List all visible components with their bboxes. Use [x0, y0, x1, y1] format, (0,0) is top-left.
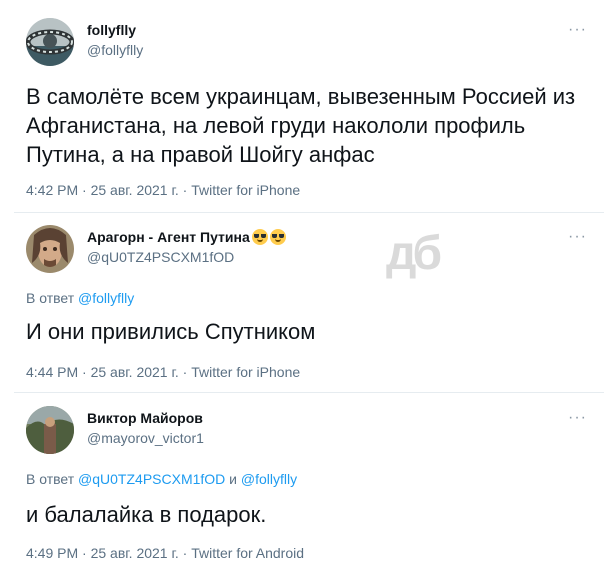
tweet-timestamp[interactable]: 4:42 PM · 25 авг. 2021 г. · Twitter for … [26, 182, 300, 198]
tweet-1[interactable]: follyflly @follyflly ··· В самолёте всем… [0, 0, 604, 213]
reply-mention-link-2[interactable]: @follyflly [241, 471, 297, 487]
tweet-text: и балалайка в подарок. [26, 502, 267, 527]
reply-context: В ответ @follyflly [26, 290, 134, 306]
reply-join: и [225, 471, 241, 487]
user-name[interactable]: Виктор Майоров [87, 410, 203, 426]
avatar-image [26, 225, 74, 273]
reply-prefix: В ответ [26, 290, 79, 306]
tweet-text: И они привились Спутником [26, 319, 316, 344]
avatar-image [26, 406, 74, 454]
tweet-text-line-1: В самолёте всем украинцам, вывезенным Ро… [26, 84, 576, 109]
watermark-logo: дб [386, 227, 442, 280]
avatar[interactable] [26, 225, 74, 273]
more-options-icon[interactable]: ··· [568, 410, 587, 426]
tweet-timestamp[interactable]: 4:49 PM · 25 авг. 2021 г. · Twitter for … [26, 545, 304, 561]
avatar-image [26, 18, 74, 66]
tweet-3[interactable]: Виктор Майоров @mayorov_victor1 ··· В от… [0, 393, 604, 574]
user-name-row[interactable]: Арагорн - Агент Путина [87, 229, 286, 245]
reply-context: В ответ @qU0TZ4PSCXM1fOD и @follyflly [26, 471, 297, 487]
tweet-text-line-3: Путина, а на правой Шойгу анфас [26, 142, 375, 167]
more-options-icon[interactable]: ··· [568, 229, 587, 245]
smiling-face-with-sunglasses-icon [269, 229, 286, 245]
reply-prefix: В ответ [26, 471, 79, 487]
user-name[interactable]: follyflly [87, 22, 136, 38]
avatar[interactable] [26, 406, 74, 454]
user-handle[interactable]: @mayorov_victor1 [87, 430, 204, 446]
reply-mention-link[interactable]: @follyflly [78, 290, 134, 306]
user-name[interactable]: Арагорн - Агент Путина [87, 229, 250, 245]
tweet-text-line-2: Афганистана, на левой груди накололи про… [26, 113, 526, 138]
user-handle[interactable]: @follyflly [87, 42, 143, 58]
tweet-2[interactable]: Арагорн - Агент Путина @qU0TZ4PSCXM1fOD … [0, 213, 604, 393]
user-handle[interactable]: @qU0TZ4PSCXM1fOD [87, 249, 234, 265]
smiling-face-with-sunglasses-icon [251, 229, 268, 245]
avatar[interactable] [26, 18, 74, 66]
tweet-timestamp[interactable]: 4:44 PM · 25 авг. 2021 г. · Twitter for … [26, 364, 300, 380]
more-options-icon[interactable]: ··· [568, 22, 587, 38]
reply-mention-link-1[interactable]: @qU0TZ4PSCXM1fOD [78, 471, 225, 487]
